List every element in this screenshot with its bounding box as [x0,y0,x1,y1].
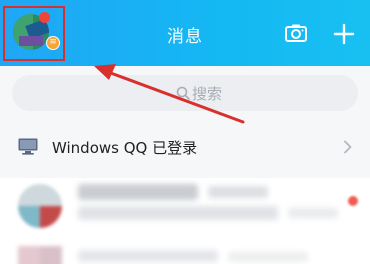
chat-avatar [18,184,62,228]
next-chat-preview-redacted [78,250,358,264]
search-bar[interactable]: 搜索 [12,75,358,111]
camera-icon[interactable] [285,24,307,42]
plus-icon[interactable] [333,23,355,45]
chevron-right-icon [344,140,352,154]
chat-preview-redacted [78,182,358,224]
page-title: 消息 [167,27,203,47]
section-divider [0,169,370,178]
next-chat-avatar [18,246,62,264]
top-header: ≡ 消息 [0,0,370,66]
monitor-icon [18,138,38,155]
search-placeholder: 搜索 [192,85,223,103]
device-login-label: Windows QQ 已登录 [52,139,198,157]
windows-qq-login-row[interactable]: Windows QQ 已登录 [0,125,370,169]
search-icon [176,86,190,100]
qq-messages-screen: ≡ 消息 搜索 Windows QQ 已登录 [0,0,370,264]
unread-dot [348,196,358,206]
